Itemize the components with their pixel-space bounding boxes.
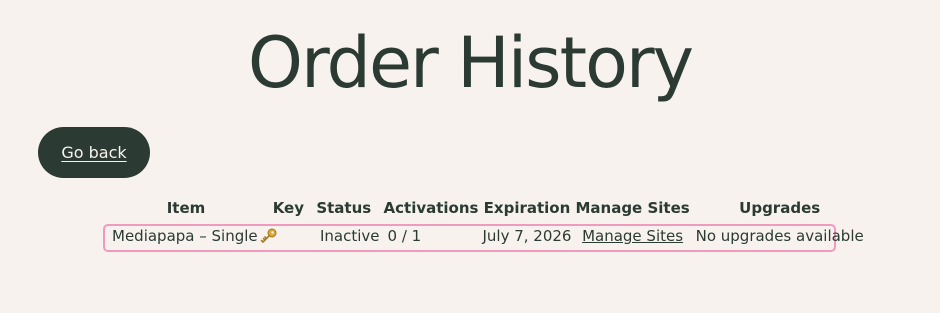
- column-header-expiration: Expiration: [483, 199, 571, 217]
- manage-sites-link[interactable]: Manage Sites: [582, 227, 683, 245]
- activations-cell: 0 / 1: [387, 227, 422, 245]
- table-row: Mediapapa – Single Inactive 0 / 1 July 7…: [104, 223, 868, 249]
- item-cell: Mediapapa – Single: [104, 223, 306, 249]
- status-cell: Inactive: [320, 227, 380, 245]
- column-header-key: Key: [272, 199, 304, 217]
- column-header-upgrades: Upgrades: [739, 199, 821, 217]
- column-header-manage-sites: Manage Sites: [575, 199, 690, 217]
- table-header-row: Item Key Status Activations Expiration M…: [104, 197, 868, 223]
- order-history-table: Item Key Status Activations Expiration M…: [104, 197, 868, 249]
- manage-sites-cell: Manage Sites: [573, 223, 691, 249]
- go-back-button[interactable]: Go back: [38, 127, 150, 178]
- key-icon[interactable]: [260, 227, 277, 245]
- upgrades-cell: No upgrades available: [695, 227, 864, 245]
- expiration-cell: July 7, 2026: [482, 227, 572, 245]
- column-header-activations: Activations: [383, 199, 479, 217]
- item-name: Mediapapa – Single: [112, 227, 258, 245]
- column-header-status: Status: [316, 199, 372, 217]
- column-header-item: Item: [166, 199, 206, 217]
- page-title: Order History: [247, 22, 694, 104]
